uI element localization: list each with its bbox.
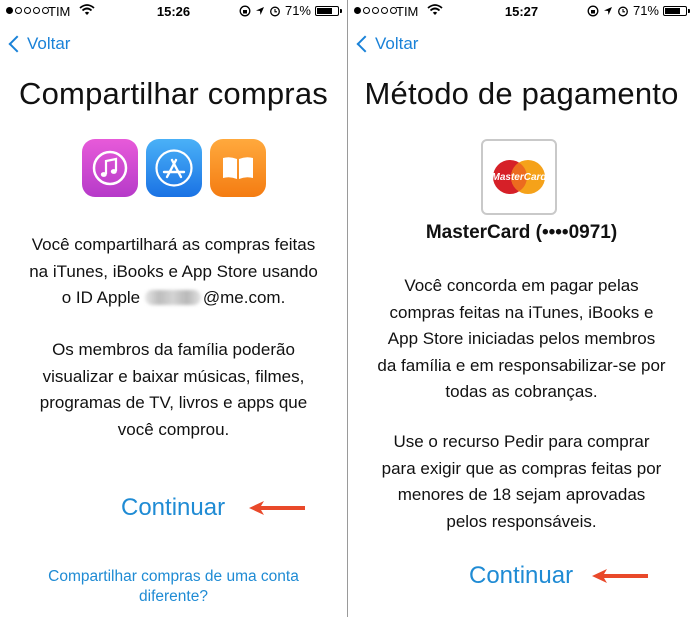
right-screen: TIM 15:27 71% Voltar Método de pagamento… [348,0,695,617]
app-store-icon [145,139,202,197]
page-title: Método de pagamento [364,76,679,111]
alarm-icon [618,6,628,16]
redacted-email [144,290,201,305]
alarm-icon [270,6,280,16]
location-icon [255,6,264,15]
chevron-left-icon [356,35,374,53]
battery-icon [663,5,690,16]
page-title: Compartilhar compras [19,76,328,111]
arrow-left-icon [592,569,648,583]
agreement-description: Você concorda em pagar pelas compras fei… [377,276,666,401]
share-other-account-link[interactable]: Compartilhar compras de uma conta difere… [20,567,327,607]
rotation-lock-icon [587,5,599,16]
back-label: Voltar [375,34,419,53]
continue-button[interactable]: Continuar [469,562,573,590]
status-bar: TIM 15:27 71% [348,0,695,22]
app-icons-row [0,139,347,197]
battery-percent: 71% [284,3,311,18]
location-icon [603,6,612,15]
chevron-left-icon [8,35,26,53]
members-description: Os membros da família poderão visualizar… [39,340,308,439]
share-description: Você compartilhará as compras feitas na … [29,235,318,307]
back-button[interactable]: Voltar [356,34,418,54]
itunes-icon [81,139,138,197]
continue-button[interactable]: Continuar [121,494,225,522]
left-screen: TIM 15:26 71% Voltar Compartilhar compra… [0,0,347,617]
arrow-left-icon [249,501,305,515]
back-label: Voltar [27,34,71,53]
back-button[interactable]: Voltar [8,34,70,54]
mastercard-logo-text: MasterCard [491,172,547,183]
battery-percent: 71% [632,3,659,18]
ibooks-icon [209,139,266,197]
card-name: MasterCard (••••0971) [425,222,618,243]
mastercard-logo: MasterCard [481,139,557,215]
status-bar: TIM 15:26 71% [0,0,347,22]
ask-to-buy-description: Use o recurso Pedir para comprar para ex… [381,432,662,531]
battery-icon [315,5,342,16]
rotation-lock-icon [239,5,251,16]
